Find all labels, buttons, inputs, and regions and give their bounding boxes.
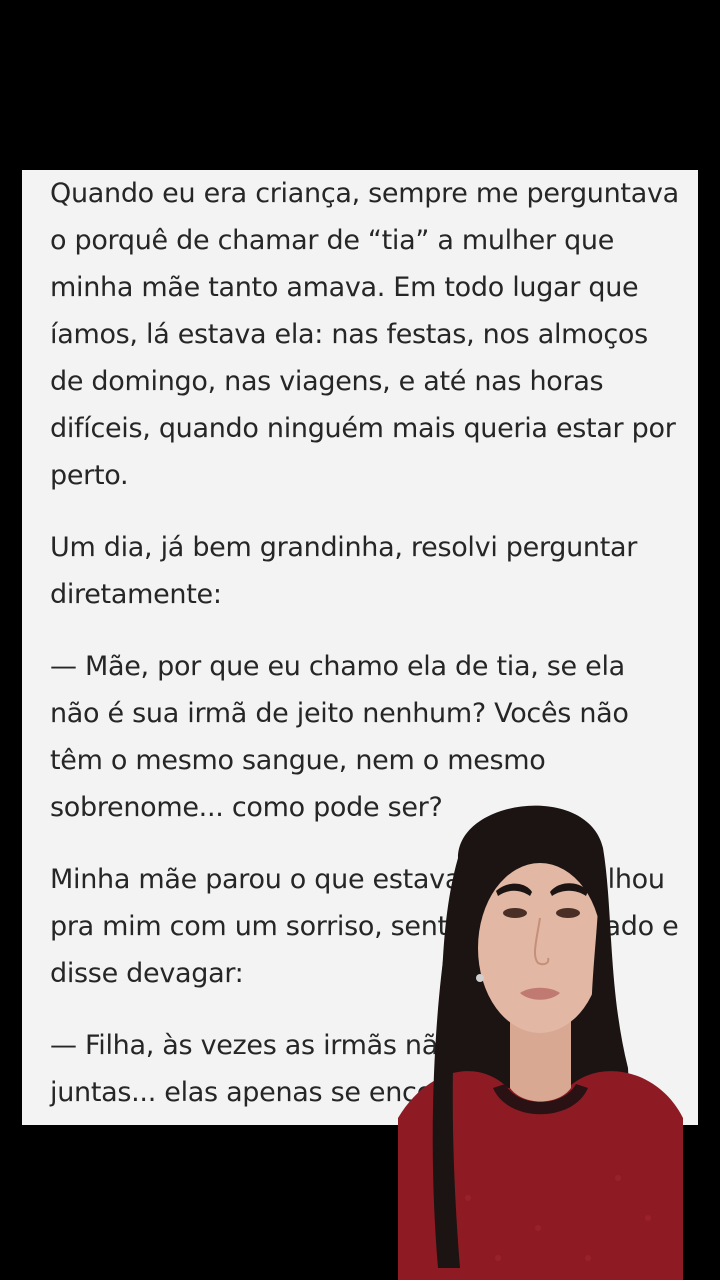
video-frame: Quando eu era criança, sempre me pergunt…: [0, 0, 720, 1280]
letterbox-top: [0, 0, 720, 170]
presenter-overlay: [398, 788, 683, 1280]
paragraph-2: Um dia, já bem grandinha, resolvi pergun…: [50, 532, 638, 610]
paragraph-1: Quando eu era criança, sempre me pergunt…: [50, 178, 679, 491]
presenter-figure: [398, 805, 683, 1280]
